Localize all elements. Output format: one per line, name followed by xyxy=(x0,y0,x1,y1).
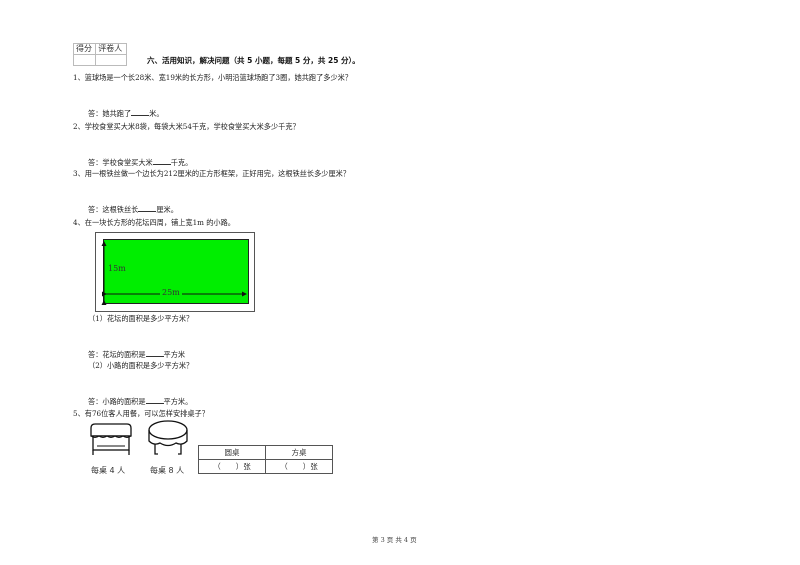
question-5: 5、有76位客人用餐，可以怎样安排桌子？ xyxy=(73,409,209,418)
header-round-table: 圆桌 xyxy=(198,445,266,460)
section-title: 六、活用知识，解决问题（共 5 小题，每题 5 分，共 25 分）。 xyxy=(147,56,360,65)
reviewer-label: 评卷人 xyxy=(95,43,127,55)
answer-3: 答：这根铁丝长 厘米。 xyxy=(88,204,178,215)
answer-blank[interactable] xyxy=(145,349,164,357)
height-label: 15m xyxy=(108,264,126,273)
reviewer-cell xyxy=(95,54,127,66)
answer-prefix: 答：学校食堂买大米 xyxy=(88,158,153,167)
header-square-table: 方桌 xyxy=(265,445,333,460)
round-table-count-cell[interactable]: （ ）张 xyxy=(198,459,266,474)
answer-prefix: 答：花坛的面积是 xyxy=(88,350,146,359)
answer-blank[interactable] xyxy=(145,396,164,404)
question-2: 2、学校食堂买大米8袋，每袋大米54千克，学校食堂买大米多少千克？ xyxy=(73,122,300,131)
answer-4-2: 答：小路的面积是 平方米。 xyxy=(88,396,192,407)
table-arrangement-table: 圆桌 方桌 （ ）张 （ ）张 xyxy=(198,445,333,474)
answer-suffix: 厘米。 xyxy=(156,205,178,214)
answer-prefix: 答：这根铁丝长 xyxy=(88,205,139,214)
answer-prefix: 答：小路的面积是 xyxy=(88,397,146,406)
question-4-1: （1）花坛的面积是多少平方米？ xyxy=(88,314,194,323)
question-4: 4、在一块长方形的花坛四周，铺上宽1m 的小路。 xyxy=(73,218,235,227)
answer-prefix: 答：她共跑了 xyxy=(88,109,132,118)
answer-suffix: 平方米 xyxy=(163,350,186,359)
square-table-icon xyxy=(90,423,132,455)
square-table-caption: 每桌 4 人 xyxy=(91,466,126,475)
page-footer: 第 3 页 共 4 页 xyxy=(372,536,417,544)
answer-suffix: 平方米。 xyxy=(163,397,193,406)
answer-blank[interactable] xyxy=(138,204,157,212)
question-4-2: （2）小路的面积是多少平方米？ xyxy=(88,361,194,370)
answer-2: 答：学校食堂买大米 千克。 xyxy=(88,157,192,168)
round-table-icon xyxy=(148,420,188,455)
question-1: 1、篮球场是一个长28米、宽19米的长方形，小明沿篮球场跑了3圈，她共跑了多少米… xyxy=(73,73,353,82)
square-table-count-cell[interactable]: （ ）张 xyxy=(265,459,333,474)
answer-4-1: 答：花坛的面积是 平方米 xyxy=(88,349,185,360)
score-cell xyxy=(72,54,97,66)
answer-blank[interactable] xyxy=(131,108,150,116)
garden-diagram: 15m 25m xyxy=(95,232,255,312)
round-table-caption: 每桌 8 人 xyxy=(150,466,185,475)
answer-1: 答：她共跑了 米。 xyxy=(88,108,164,119)
question-3: 3、用一根铁丝做一个边长为212厘米的正方形框架，正好用完，这根铁丝长多少厘米？ xyxy=(73,169,351,178)
answer-suffix: 米。 xyxy=(149,109,164,118)
answer-suffix: 千克。 xyxy=(170,158,193,167)
score-box: 得分 评卷人 xyxy=(72,43,127,66)
answer-blank[interactable] xyxy=(152,157,171,165)
width-label: 25m xyxy=(162,288,180,297)
score-label: 得分 xyxy=(72,43,97,55)
